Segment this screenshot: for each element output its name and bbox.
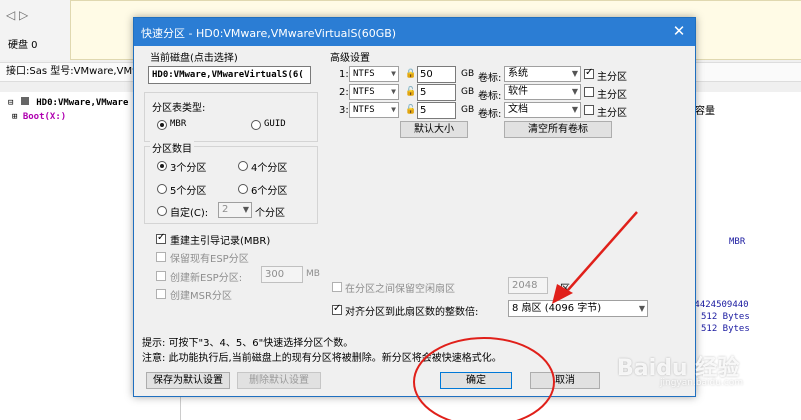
annotation-circle xyxy=(413,337,555,420)
annotation-arrow-line xyxy=(567,211,638,291)
watermark-url: jingyan.baidu.com xyxy=(660,378,744,388)
